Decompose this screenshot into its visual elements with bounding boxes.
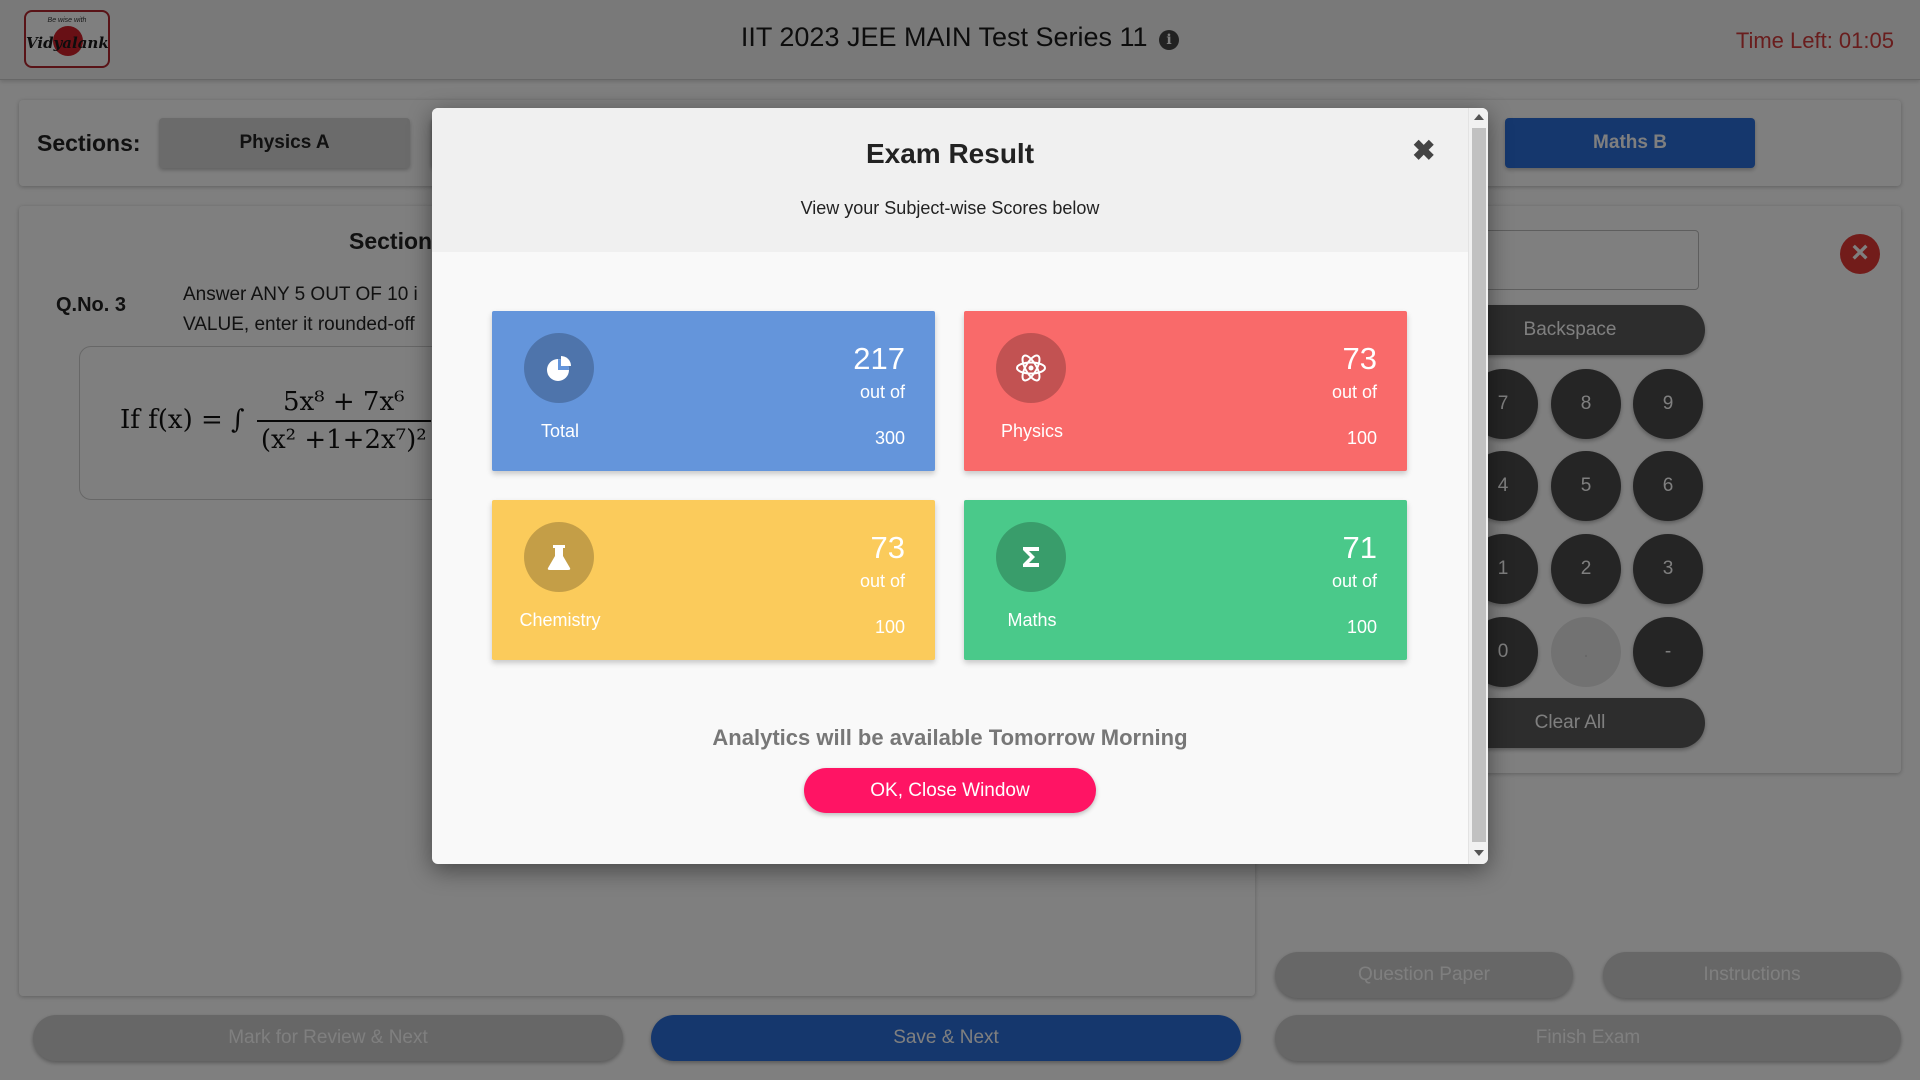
scroll-up-arrow-icon[interactable]	[1474, 114, 1484, 120]
score-card-total: Total 217 out of 300	[492, 311, 935, 471]
score-card-chemistry: Chemistry 73 out of 100	[492, 500, 935, 660]
pie-chart-icon	[524, 333, 594, 403]
modal-subtitle: View your Subject-wise Scores below	[800, 198, 1100, 218]
scrollbar-thumb[interactable]	[1472, 128, 1486, 842]
modal-title: Exam Result	[865, 138, 1035, 169]
card-max: 100	[1346, 428, 1377, 448]
card-out-of: out of	[859, 571, 905, 591]
card-label: Maths	[1007, 610, 1057, 630]
card-label: Total	[540, 421, 580, 441]
score-card-physics: Physics 73 out of 100	[964, 311, 1407, 471]
card-out-of: out of	[859, 382, 905, 402]
sigma-icon	[996, 522, 1066, 592]
flask-icon	[524, 522, 594, 592]
card-label: Chemistry	[519, 610, 601, 630]
card-score: 73	[870, 530, 905, 565]
ok-close-window-button[interactable]: OK, Close Window	[804, 768, 1096, 813]
modal-header: Exam Result View your Subject-wise Score…	[432, 108, 1468, 252]
card-score: 217	[853, 341, 905, 376]
score-card-maths: Maths 71 out of 100	[964, 500, 1407, 660]
card-max: 100	[1346, 617, 1377, 637]
analytics-note: Analytics will be available Tomorrow Mor…	[712, 725, 1188, 750]
modal-scrollbar[interactable]	[1468, 108, 1488, 864]
card-score: 71	[1342, 530, 1377, 565]
card-max: 100	[874, 617, 905, 637]
atom-icon	[996, 333, 1066, 403]
card-out-of: out of	[1331, 382, 1377, 402]
card-label: Physics	[1000, 421, 1063, 441]
card-out-of: out of	[1331, 571, 1377, 591]
scroll-down-arrow-icon[interactable]	[1474, 850, 1484, 856]
card-score: 73	[1342, 341, 1377, 376]
exam-result-modal: Exam Result View your Subject-wise Score…	[432, 108, 1488, 864]
close-icon[interactable]: ✖	[1412, 134, 1435, 167]
card-max: 300	[874, 428, 905, 448]
